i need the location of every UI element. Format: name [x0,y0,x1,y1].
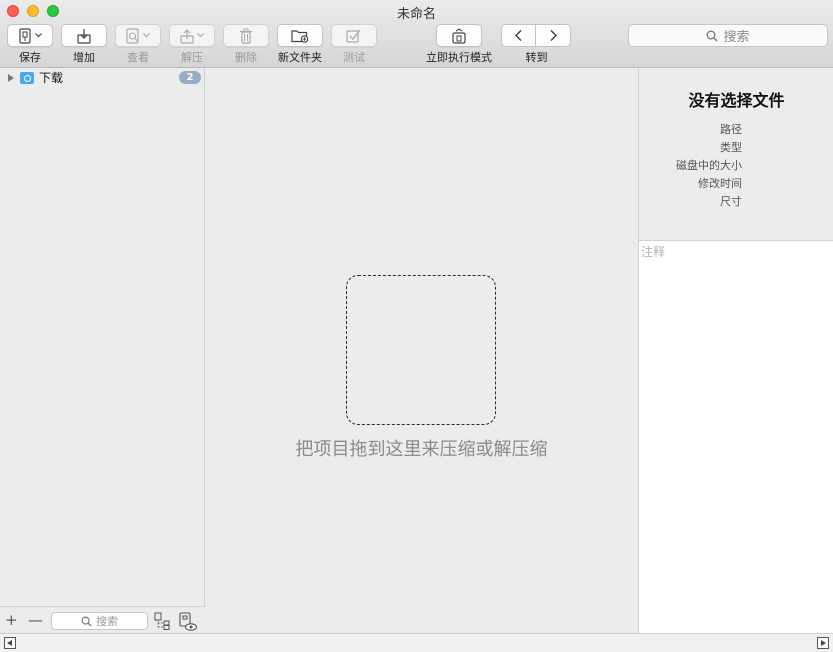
sidebar-search-placeholder: 搜索 [96,615,118,628]
new-folder-label: 新文件夹 [278,51,322,64]
goto-segmented-control [501,24,572,47]
add-label: 增加 [73,51,95,64]
disk-size-label: 磁盘中的大小 [676,159,742,172]
save-toolbar-item: 保存 [7,24,53,65]
add-icon [77,28,91,44]
forward-button[interactable] [536,24,571,47]
chevron-left-icon [515,30,522,41]
chevron-down-icon [143,33,150,38]
disclosure-triangle-icon[interactable] [8,73,14,82]
save-button[interactable] [7,24,53,47]
inspector-panel: 没有选择文件 路径 类型 磁盘中的大小 修改时间 尺寸 注释 [638,68,833,633]
test-label: 测试 [343,51,365,64]
quick-look-icon[interactable] [178,612,198,632]
add-button[interactable] [61,24,107,47]
remove-location-button[interactable]: — [28,611,43,629]
chevron-right-icon [550,30,557,41]
goto-toolbar-item: 转到 [501,24,572,65]
view-toolbar-item: 查看 [115,24,161,65]
add-location-button[interactable]: + [5,611,18,629]
downloads-folder-icon [20,71,34,84]
goto-label: 转到 [525,51,548,64]
extract-button[interactable] [169,24,215,47]
chevron-down-icon [35,33,42,38]
sidebar-item-label: 下载 [39,71,64,85]
add-toolbar-item: 增加 [61,24,107,65]
view-button[interactable] [115,24,161,47]
horizontal-scrollbar[interactable] [0,633,833,652]
test-button[interactable] [331,24,377,47]
extract-label: 解压 [181,51,203,64]
instant-mode-icon [452,27,466,44]
title-bar: 未命名 保存 增加 查看 解压 删除 新文件夹 测试 立即执行模式 转到 搜索 [0,0,833,68]
dimensions-label: 尺寸 [720,195,742,208]
delete-label: 删除 [235,51,257,64]
scroll-right-button[interactable] [817,637,829,649]
save-label: 保存 [19,51,41,64]
window-title: 未命名 [396,7,436,22]
inspector-title: 没有选择文件 [688,91,785,110]
delete-toolbar-item: 删除 [223,24,269,65]
notes-field[interactable]: 注释 [639,240,833,633]
drop-hint-text: 把项目拖到这里来压缩或解压缩 [295,439,548,460]
toolbar-search-placeholder: 搜索 [723,30,750,45]
delete-button[interactable] [223,24,269,47]
new-folder-toolbar-item: 新文件夹 [277,24,323,65]
scroll-left-button[interactable] [4,637,16,649]
instant-mode-label: 立即执行模式 [426,51,492,64]
modified-time-label: 修改时间 [698,177,742,190]
trash-icon [240,28,252,44]
instant-mode-button[interactable] [436,24,482,47]
new-folder-icon [291,29,309,43]
toolbar-search-input[interactable]: 搜索 [628,24,828,47]
new-folder-button[interactable] [277,24,323,47]
item-count-badge: 2 [179,71,201,84]
path-label: 路径 [720,123,742,136]
chevron-down-icon [197,33,204,38]
archive-content-area[interactable]: 把项目拖到这里来压缩或解压缩 [205,68,638,633]
instant-mode-toolbar-item: 立即执行模式 [425,24,493,65]
view-label: 查看 [127,51,149,64]
drop-zone[interactable] [346,275,496,425]
test-toolbar-item: 测试 [331,24,377,65]
sidebar: 下载 2 [0,68,205,633]
checkmark-icon [346,29,361,43]
archive-tree-icon[interactable] [154,612,172,630]
sidebar-search-input[interactable]: 搜索 [51,612,148,630]
extract-toolbar-item: 解压 [169,24,215,65]
notes-placeholder: 注释 [641,245,666,259]
archive-icon [19,27,31,44]
sidebar-bottom-bar: + — 搜索 [0,606,205,633]
type-label: 类型 [720,141,742,154]
search-icon [81,616,92,627]
sidebar-item-downloads[interactable]: 下载 2 [0,69,205,86]
view-icon [126,27,139,44]
search-icon [707,30,718,41]
back-button[interactable] [501,24,536,47]
extract-icon [180,28,194,44]
